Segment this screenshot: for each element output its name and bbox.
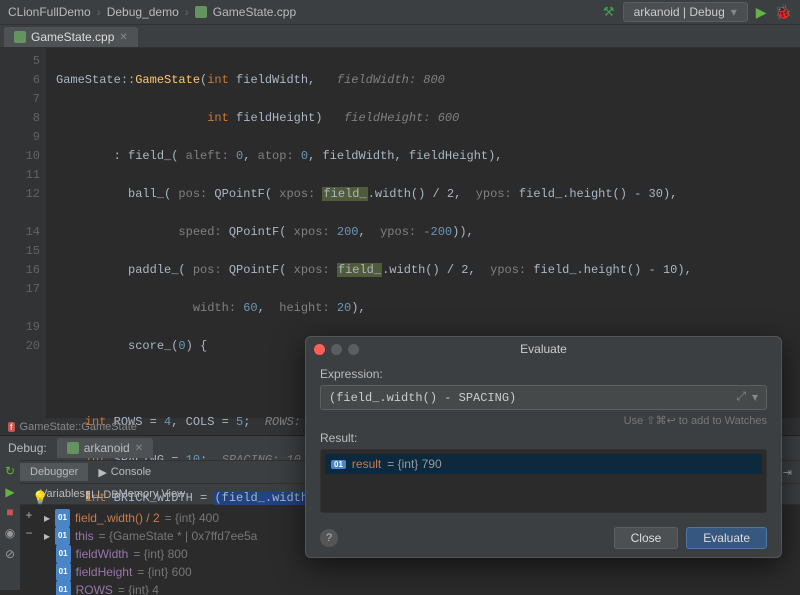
variable-row[interactable]: ▸01this= {GameState * | 0x7ffd7ee5a [44,527,257,545]
mute-breakpoints-icon[interactable]: ⊘ [5,547,15,562]
view-breakpoints-icon[interactable]: ◉ [5,526,15,541]
run-config-label: arkanoid | Debug [634,5,725,19]
variable-row[interactable]: 01ROWS= {int} 4 [44,581,257,595]
code-line[interactable]: width: 60, height: 20), [56,299,800,318]
debug-title: Debug: [8,441,47,455]
run-config-selector[interactable]: arkanoid | Debug ▾ [623,2,748,22]
breadcrumb-project[interactable]: CLionFullDemo [8,5,91,19]
breadcrumb-file[interactable]: GameState.cpp [213,5,296,19]
expand-icon[interactable]: ▸ [44,509,50,527]
code-line[interactable]: speed: QPointF( xpos: 200, ypos: -200)), [56,223,800,242]
result-label: Result: [320,431,767,445]
breadcrumb[interactable]: CLionFullDemo › Debug_demo › GameState.c… [8,5,296,19]
close-icon[interactable]: ✕ [135,443,143,454]
add-watch-icon[interactable]: + [25,509,32,523]
close-button[interactable]: Close [614,527,679,549]
tab-label: GameState.cpp [31,30,114,44]
result-tree[interactable]: 01 result = {int} 790 [320,449,767,513]
expression-value: (field_.width() - SPACING) [329,391,516,405]
help-icon[interactable]: ? [320,529,338,547]
breadcrumb-folder[interactable]: Debug_demo [107,5,179,19]
dialog-titlebar[interactable]: Evaluate [306,337,781,361]
function-icon: f [8,422,15,432]
code-line[interactable]: int fieldHeight) fieldHeight: 600 [56,109,800,128]
variables-tree[interactable]: ▸01field_.width() / 2= {int} 400 ▸01this… [38,505,257,595]
cpp-file-icon [14,31,26,43]
object-icon: 01 [55,509,70,527]
cpp-file-icon [195,6,207,18]
editor-tab-gamestate[interactable]: GameState.cpp ✕ [4,27,138,47]
expand-editor-icon[interactable]: ⤢ [736,390,746,405]
object-icon: 01 [56,563,71,581]
stop-icon[interactable]: ■ [6,506,13,520]
app-icon [67,442,79,454]
resume-icon[interactable]: ▶ [5,485,14,500]
breadcrumb-function: GameState::GameState [20,421,137,433]
object-icon: 01 [56,545,71,563]
navigation-bar: CLionFullDemo › Debug_demo › GameState.c… [0,0,800,25]
result-row[interactable]: 01 result = {int} 790 [325,454,762,474]
build-icon[interactable]: ⚒ [603,4,615,20]
code-line[interactable]: paddle_( pos: QPointF( xpos: field_.widt… [56,261,800,280]
debug-toolbar: ↻ ▶ ■ ◉ ⊘ [0,460,20,590]
rerun-icon[interactable]: ↻ [5,464,15,479]
close-icon[interactable]: ✕ [119,32,127,43]
evaluate-button[interactable]: Evaluate [686,527,767,549]
editor-tabs: GameState.cpp ✕ [0,25,800,48]
object-icon: 01 [55,527,70,545]
run-icon[interactable]: ▶ [756,4,767,21]
code-line[interactable]: : field_( aleft: 0, atop: 0, fieldWidth,… [56,147,800,166]
evaluate-dialog: Evaluate Expression: (field_.width() - S… [305,336,782,558]
remove-watch-icon[interactable]: − [25,527,32,541]
watches-hint: Use ⇧⌘↩ to add to Watches [320,414,767,427]
expand-icon[interactable]: ▸ [44,527,50,545]
history-dropdown-icon[interactable]: ▾ [752,390,758,405]
variable-row[interactable]: ▸01field_.width() / 2= {int} 400 [44,509,257,527]
debug-session-tab[interactable]: arkanoid ✕ [57,438,153,458]
chevron-right-icon: › [97,5,101,19]
chevron-down-icon: ▾ [731,5,737,19]
run-to-cursor-icon[interactable]: ⇥ [783,466,792,479]
expression-input[interactable]: (field_.width() - SPACING) ⤢ ▾ [320,385,767,410]
debugger-tab[interactable]: Debugger [20,463,88,481]
expression-label: Expression: [320,367,767,381]
code-line[interactable]: ball_( pos: QPointF( xpos: field_.width(… [56,185,800,204]
object-icon: 01 [331,460,346,469]
chevron-right-icon: › [185,5,189,19]
dialog-title: Evaluate [306,342,781,356]
console-icon: ▶ [98,466,106,479]
console-tab[interactable]: ▶Console [88,463,161,482]
variable-row[interactable]: 01fieldHeight= {int} 600 [44,563,257,581]
debug-icon[interactable]: 🐞 [775,4,792,21]
gutter[interactable]: 5 6 7 8 9 10 11 12 14 15 16 17 19 20 [0,48,46,418]
lightbulb-icon[interactable]: 💡 [32,489,48,508]
object-icon: 01 [56,581,71,595]
variable-row[interactable]: 01fieldWidth= {int} 800 [44,545,257,563]
code-line[interactable]: GameState::GameState(int fieldWidth, fie… [56,71,800,90]
